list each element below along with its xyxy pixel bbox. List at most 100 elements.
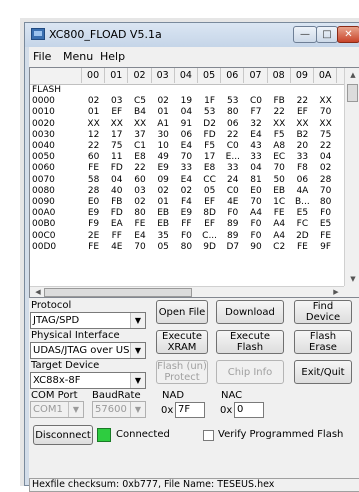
hex-cell[interactable]: 22	[128, 163, 151, 174]
hex-cell[interactable]: FE	[82, 163, 105, 174]
open-file-button[interactable]: Open File	[156, 300, 208, 324]
hex-cell[interactable]: 12	[82, 130, 105, 141]
hex-cell[interactable]: E9	[82, 208, 105, 219]
hex-cell[interactable]: 60	[82, 152, 105, 163]
hex-cell[interactable]: F0	[221, 208, 244, 219]
hex-cell[interactable]: 70	[314, 107, 337, 118]
maximize-button[interactable]: □	[316, 26, 338, 43]
hex-cell[interactable]: 02	[128, 197, 151, 208]
hex-cell[interactable]: C1	[128, 141, 151, 152]
hex-cell[interactable]: 04	[175, 107, 198, 118]
hex-cell[interactable]: A4	[268, 219, 291, 230]
protocol-select[interactable]: JTAG/SPD ▼	[30, 312, 146, 329]
hex-cell[interactable]: F0	[314, 208, 337, 219]
table-row[interactable]: 0090 E0 FB 02 01 F4 EF 4E 70 1C B... 80	[30, 197, 344, 208]
hex-cell[interactable]: F7	[244, 107, 267, 118]
hex-cell[interactable]: E0	[82, 197, 105, 208]
table-row[interactable]: 0020 XX XX XX A1 91 D2 06 32 XX XX XX	[30, 119, 344, 130]
hex-cell[interactable]: 60	[128, 175, 151, 186]
execute-xram-button[interactable]: Execute XRAM	[156, 330, 208, 354]
hex-cell[interactable]: 05	[198, 186, 221, 197]
hex-cell[interactable]: 06	[175, 130, 198, 141]
hex-cell[interactable]: FF	[105, 231, 128, 242]
hex-cell[interactable]: E8	[198, 163, 221, 174]
hex-cell[interactable]: 28	[314, 175, 337, 186]
hex-cell[interactable]: EF	[105, 107, 128, 118]
hex-cell[interactable]: XX	[314, 119, 337, 130]
vertical-scrollbar[interactable]: ▲ ▼	[344, 68, 359, 286]
scroll-up-icon[interactable]: ▲	[345, 68, 359, 82]
scroll-down-icon[interactable]: ▼	[345, 272, 359, 286]
hex-cell[interactable]: 75	[314, 130, 337, 141]
hex-cell[interactable]: FC	[291, 219, 314, 230]
hex-cell[interactable]: E0	[244, 186, 267, 197]
hex-cell[interactable]: XX	[128, 119, 151, 130]
hex-cell[interactable]: 02	[152, 96, 175, 107]
hex-cell[interactable]: 02	[82, 96, 105, 107]
hex-cell[interactable]: A4	[268, 231, 291, 242]
exit-quit-button[interactable]: Exit/Quit	[294, 360, 352, 384]
hex-cell[interactable]: 8D	[198, 208, 221, 219]
hex-cell[interactable]: E5	[291, 208, 314, 219]
hex-cell[interactable]: EA	[105, 219, 128, 230]
hex-cell[interactable]: 40	[105, 186, 128, 197]
hex-cell[interactable]: 32	[244, 119, 267, 130]
hex-cell[interactable]: 03	[128, 186, 151, 197]
hex-cell[interactable]: 43	[244, 141, 267, 152]
hex-cell[interactable]: 58	[82, 175, 105, 186]
table-row[interactable]: 00C0 2E FF E4 35 F0 C... 89 F0 A4 2D FE	[30, 231, 344, 242]
hex-cell[interactable]: F4	[175, 197, 198, 208]
hex-cell[interactable]: 53	[221, 96, 244, 107]
hex-cell[interactable]: 80	[128, 208, 151, 219]
hex-cell[interactable]: 75	[105, 141, 128, 152]
hex-cell[interactable]: 35	[152, 231, 175, 242]
hex-cell[interactable]: 89	[221, 219, 244, 230]
hex-cell[interactable]: FD	[198, 130, 221, 141]
hex-cell[interactable]: FE	[82, 242, 105, 253]
table-row[interactable]: 0030 12 17 37 30 06 FD 22 E4 F5 B2 75	[30, 130, 344, 141]
menu-menu[interactable]: Menu	[63, 50, 93, 63]
hex-cell[interactable]: 22	[268, 107, 291, 118]
hex-cell[interactable]: D7	[221, 242, 244, 253]
verify-flash-checkbox[interactable]	[203, 430, 214, 441]
hex-cell[interactable]: 09	[152, 175, 175, 186]
table-row[interactable]: 0040 22 75 C1 10 E4 F5 C0 43 A8 20 22	[30, 141, 344, 152]
hex-cell[interactable]: 04	[105, 175, 128, 186]
hex-cell[interactable]: 50	[268, 175, 291, 186]
hex-cell[interactable]: FF	[175, 219, 198, 230]
hex-cell[interactable]: E4	[175, 175, 198, 186]
disconnect-button[interactable]: Disconnect	[33, 425, 93, 445]
hex-cell[interactable]: E4	[244, 130, 267, 141]
hex-cell[interactable]: E4	[175, 141, 198, 152]
hex-cell[interactable]: A8	[268, 141, 291, 152]
nac-input[interactable]: 0	[234, 402, 264, 418]
nad-input[interactable]: 7F	[175, 402, 205, 418]
hex-cell[interactable]: 01	[152, 107, 175, 118]
hex-cell[interactable]: 17	[105, 130, 128, 141]
hex-cell[interactable]: 24	[221, 175, 244, 186]
hex-cell[interactable]: FD	[105, 163, 128, 174]
hex-cell[interactable]: 1F	[198, 96, 221, 107]
hex-cell[interactable]: 19	[175, 96, 198, 107]
horizontal-scrollbar[interactable]: ◀ ▶	[30, 286, 344, 297]
hex-cell[interactable]: EB	[268, 186, 291, 197]
hex-cell[interactable]: 30	[152, 130, 175, 141]
hex-cell[interactable]: 10	[152, 141, 175, 152]
hex-cell[interactable]: XX	[291, 119, 314, 130]
hex-cell[interactable]: 53	[198, 107, 221, 118]
hex-cell[interactable]: 04	[314, 152, 337, 163]
find-device-button[interactable]: Find Device	[294, 300, 352, 324]
chevron-down-icon[interactable]: ▼	[130, 373, 145, 388]
hex-cell[interactable]: 22	[82, 141, 105, 152]
hex-cell[interactable]: 02	[314, 163, 337, 174]
hex-cell[interactable]: 81	[244, 175, 267, 186]
physical-interface-select[interactable]: UDAS/JTAG over USB ▼	[30, 342, 146, 359]
hex-cell[interactable]: C0	[221, 141, 244, 152]
hex-cell[interactable]: A4	[244, 208, 267, 219]
hex-cell[interactable]: E9	[175, 208, 198, 219]
hex-cell[interactable]: F0	[244, 219, 267, 230]
hex-cell[interactable]: 17	[198, 152, 221, 163]
hex-cell[interactable]: 22	[221, 130, 244, 141]
hex-cell[interactable]: F5	[268, 130, 291, 141]
hex-cell[interactable]: C0	[244, 96, 267, 107]
